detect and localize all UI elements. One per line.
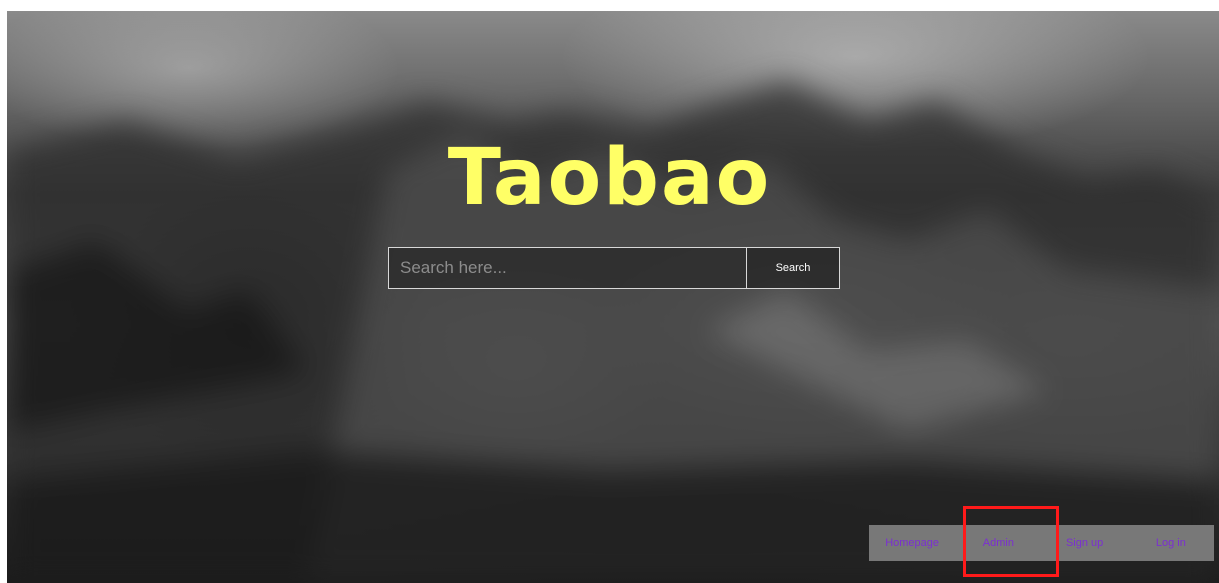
background-image — [7, 11, 1219, 583]
nav-login-link[interactable]: Log in — [1128, 525, 1214, 561]
bottom-nav: Homepage Admin Sign up Log in — [869, 525, 1214, 561]
search-button[interactable]: Search — [746, 248, 839, 288]
nav-admin-link[interactable]: Admin — [955, 525, 1041, 561]
search-bar: Search — [388, 247, 840, 289]
mountain-silhouette — [7, 81, 1219, 583]
site-title: Taobao — [447, 133, 772, 223]
search-input[interactable] — [389, 248, 746, 288]
page: Taobao Search Homepage Admin Sign up Log… — [0, 0, 1219, 583]
nav-homepage-link[interactable]: Homepage — [869, 525, 955, 561]
nav-signup-link[interactable]: Sign up — [1042, 525, 1128, 561]
